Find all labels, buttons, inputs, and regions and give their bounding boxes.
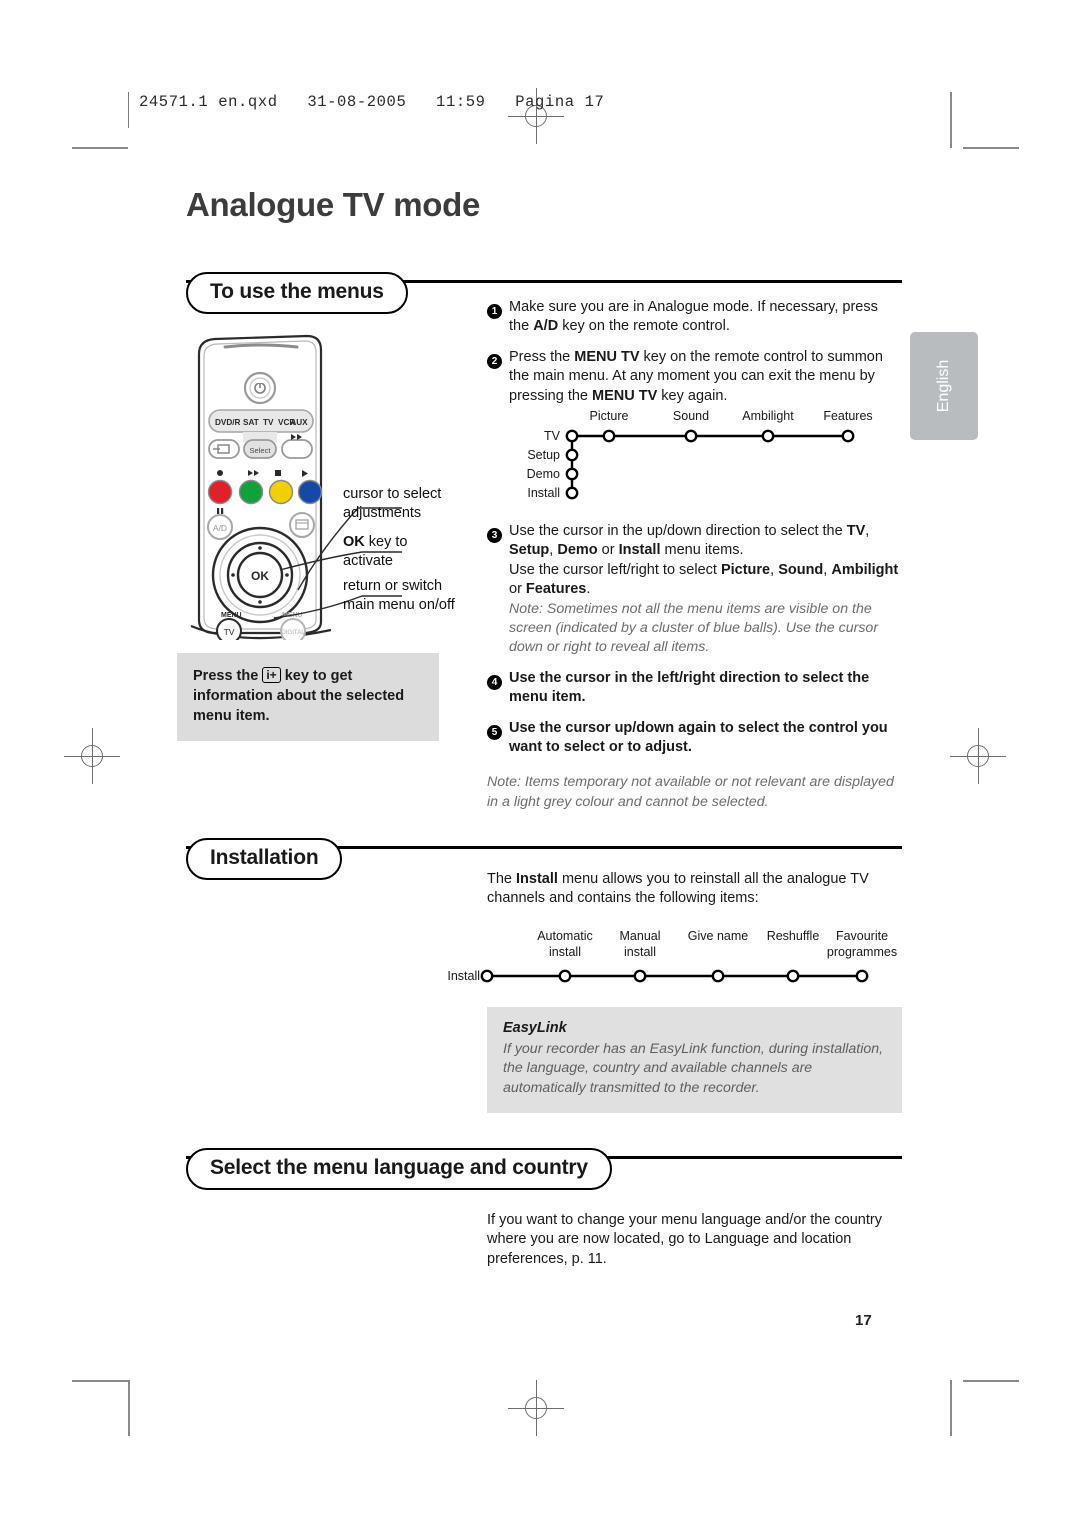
callout-cursor-line1: cursor to select [343,486,442,502]
step-2-text: Press the MENU TV key on the remote cont… [509,348,883,404]
install-tree-diagram: Automatic install Manual install Give na… [425,928,905,990]
tree-label-demo: Demo [527,467,560,481]
remote-menu-tv-caption: MENU [221,612,242,619]
cropmark-top-left-h [72,147,128,149]
install-label-manual-2: install [624,945,656,959]
remote-source-dvdr: DVD/R [215,418,241,427]
info-box-i-key: Press the i+ key to get information abou… [177,653,439,741]
section-select-language: Select the menu language and country [186,1148,902,1190]
menus-steps-top: 1 Make sure you are in Analogue mode. If… [487,298,902,417]
section-title-select-language: Select the menu language and country [186,1148,612,1190]
easylink-title: EasyLink [503,1020,567,1036]
callout-ok-key: OK [343,534,365,550]
registration-mark-left [64,728,120,784]
install-label-manual-1: Manual [620,929,661,943]
tree-label-setup: Setup [527,448,560,462]
callout-ok: OK key to activate [343,533,407,571]
language-tab-label: English [935,359,952,413]
registration-mark-right [950,728,1006,784]
cropmark-bottom-right-v [950,1380,952,1436]
step-5: 5 Use the cursor up/down again to select… [487,719,902,758]
red-key [207,479,233,505]
install-label-automatic-1: Automatic [537,929,593,943]
remote-select-label: Select [249,446,271,455]
callout-cursor: cursor to select adjustments [343,485,441,523]
callout-ok-rest: key to [364,534,408,550]
menus-steps-bottom: 3 Use the cursor in the up/down directio… [487,522,902,812]
install-label-favourite-1: Favourite [836,929,888,943]
i-plus-key-icon: i+ [262,667,281,683]
step-3: 3 Use the cursor in the up/down directio… [487,522,902,658]
callout-menu-line2: main menu on/off [343,597,455,613]
step-5-number: 5 [487,719,509,758]
tree-label-tv: TV [544,429,561,443]
install-label-favourite-2: programmes [827,945,897,959]
tree-label-install: Install [527,486,560,500]
cropmark-bottom-left-v [128,1380,130,1436]
cursor-left-dot [231,573,235,577]
install-label-root: Install [447,969,480,983]
step-4-number: 4 [487,669,509,708]
section-title-installation: Installation [186,838,343,880]
menu-tree-diagram: Picture Sound Ambilight Features TV Setu… [505,408,895,508]
slug-text: 24571.1 en.qxd 31-08-2005 11:59 Pagina 1… [139,93,605,111]
step-3-text: Use the cursor in the up/down direction … [509,523,899,656]
install-label-reshuffle: Reshuffle [767,929,820,943]
section-title-to-use-the-menus: To use the menus [186,272,408,314]
installation-intro: The Install menu allows you to reinstall… [487,871,869,907]
cropmark-bottom-right-h [963,1380,1019,1382]
step-5-text: Use the cursor up/down again to select t… [509,719,888,756]
page-number: 17 [855,1312,872,1329]
step-2: 2 Press the MENU TV key on the remote co… [487,348,902,406]
slug-divider [128,92,129,128]
callout-menu-line1: return or switch [343,578,443,594]
tree-label-features: Features [823,409,872,423]
remote-source-aux: AUX [290,418,308,427]
tree-label-sound: Sound [673,409,709,423]
language-section-body: If you want to change your menu language… [487,1212,882,1267]
record-icon [217,470,223,476]
remote-source-tv: TV [263,418,274,427]
remote-ad-label: A/D [213,523,227,533]
step-1: 1 Make sure you are in Analogue mode. If… [487,298,902,337]
install-label-give-name: Give name [688,929,748,943]
cropmark-top-right-h [963,147,1019,149]
registration-mark-bottom [508,1380,564,1436]
easylink-body: If your recorder has an EasyLink functio… [503,1041,884,1096]
cropmark-top-right-v [950,92,952,148]
menus-closing-note: Note: Items temporary not available or n… [487,774,894,810]
step-1-number: 1 [487,298,509,337]
callout-menu: return or switch main menu on/off [343,577,455,615]
tree-label-picture: Picture [590,409,629,423]
step-3-note: Note: Sometimes not all the menu items a… [509,600,879,656]
language-tab: English [910,332,978,440]
remote-menu-tv-label: TV [224,627,235,637]
step-2-number: 2 [487,348,509,406]
page-title: Analogue TV mode [186,186,481,223]
print-slug: 24571.1 en.qxd 31-08-2005 11:59 Pagina 1… [128,92,604,128]
step-1-text: Make sure you are in Analogue mode. If n… [509,299,878,335]
callout-cursor-line2: adjustments [343,505,422,521]
step-4-text: Use the cursor in the left/right directi… [509,669,870,706]
info-box-before: Press the [193,668,263,684]
remote-source-sat: SAT [243,418,259,427]
tree-label-ambilight: Ambilight [742,409,794,423]
easylink-box: EasyLink If your recorder has an EasyLin… [487,1007,902,1114]
callout-ok-line2: activate [343,553,393,569]
install-label-automatic-2: install [549,945,581,959]
step-3-number: 3 [487,522,509,658]
cropmark-bottom-left-h [72,1380,128,1382]
step-4: 4 Use the cursor in the left/right direc… [487,669,902,708]
